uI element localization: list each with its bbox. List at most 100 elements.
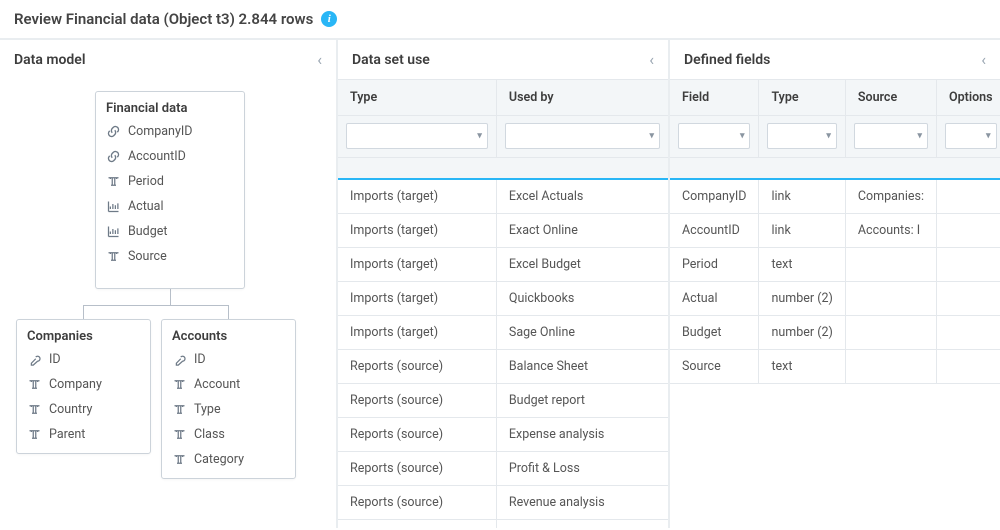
node-accounts[interactable]: Accounts IDAccountTypeClassCategory [161,319,296,479]
cell-field: Budget [670,316,759,350]
node-field[interactable]: Company [17,372,150,397]
panel-title-data-set-use: Data set use [352,52,430,68]
node-field-label: Source [128,249,167,264]
node-financial-data[interactable]: Financial data CompanyID AccountID Period A… [95,91,245,289]
node-field[interactable]: Actual [96,194,244,219]
cell-type: Imports (target) [338,282,496,316]
cell-type: Imports (target) [338,179,496,214]
connector [83,305,229,306]
table-row[interactable]: Reports (source)Budget report [338,384,668,418]
text-icon [172,402,187,417]
table-row[interactable]: Imports (target)Sage Online [338,316,668,350]
node-field[interactable]: ID [17,347,150,372]
filter-options[interactable] [945,123,997,149]
cell-type: number (2) [759,282,845,316]
cell-source [845,248,936,282]
table-row[interactable]: Imports (target)Exact Online [338,214,668,248]
table-row[interactable]: CompanyIDlinkCompanies: [670,179,1000,214]
cell-type: Imports (target) [338,248,496,282]
text-icon [106,174,121,189]
table-row[interactable]: Reports (source)Profit & Loss [338,452,668,486]
cell-used-by: Excel Actuals [496,179,668,214]
cell-used-by: Sage Online [496,316,668,350]
col-field[interactable]: Field [670,80,759,116]
collapse-icon[interactable]: ‹ [317,50,322,69]
cell-used-by: Profit & Loss [496,452,668,486]
cell-type: text [759,350,845,384]
cell-type: link [759,179,845,214]
table-row[interactable]: Reports (source)Revenue analysis [338,486,668,520]
connector [170,289,171,305]
cell-source [845,282,936,316]
node-field[interactable]: ID [162,347,295,372]
node-companies[interactable]: Companies IDCompanyCountryParent [16,319,151,454]
collapse-icon[interactable]: ‹ [981,50,986,69]
cell-source [845,316,936,350]
link-icon [106,124,121,139]
node-field-label: Company [49,377,102,392]
col-options[interactable]: Options [936,80,1000,116]
cell-options [936,282,1000,316]
col-source[interactable]: Source [845,80,936,116]
node-field-label: Budget [128,224,167,239]
col-type[interactable]: Type [759,80,845,116]
table-row[interactable]: Imports (target)Excel Budget [338,248,668,282]
connector [83,305,84,319]
table-row[interactable]: Reports (source)Expense analysis [338,418,668,452]
node-field-label: Period [128,174,164,189]
defined-fields-table: Field Type Source Options ▾ ▾ ▾ ▾ Compan… [670,79,1000,384]
filter-source[interactable] [854,123,928,149]
panel-title-data-model: Data model [14,52,85,68]
table-row[interactable]: Budgetnumber (2) [670,316,1000,350]
node-field[interactable]: Budget [96,219,244,244]
table-row[interactable]: Actualnumber (2) [670,282,1000,316]
node-field-label: ID [194,352,206,367]
col-used-by[interactable]: Used by [496,80,668,116]
cell-used-by: Revenue analysis [496,486,668,520]
table-row[interactable]: Sourcetext [670,350,1000,384]
col-type[interactable]: Type [338,80,496,116]
node-field-label: Parent [49,427,85,442]
table-row[interactable]: Imports (target)Excel Actuals [338,179,668,214]
chart-icon [106,224,121,239]
table-row[interactable]: Imports (target)Quickbooks [338,282,668,316]
filter-type[interactable] [767,123,836,149]
cell-type: Reports (source) [338,452,496,486]
node-field[interactable]: Source [96,244,244,269]
table-row[interactable]: AccountIDlinkAccounts: I [670,214,1000,248]
data-model-canvas: Financial data CompanyIDAccountIDPeriodA… [0,79,336,519]
node-field-label: Type [194,402,221,417]
filter-used-by[interactable] [505,123,660,149]
panel-defined-fields: Defined fields ‹ Field Type Source Optio… [670,40,1000,528]
table-row[interactable]: Reports (source)Balance Sheet [338,350,668,384]
info-icon[interactable]: i [321,11,337,27]
text-icon [27,402,42,417]
table-row[interactable]: Periodtext [670,248,1000,282]
panel-data-model: Data model ‹ Financial data CompanyIDAcc… [0,40,338,528]
text-icon [106,249,121,264]
chart-icon [106,199,121,214]
text-icon [27,427,42,442]
cell-options [936,214,1000,248]
cell-field: Actual [670,282,759,316]
node-field[interactable]: Account [162,372,295,397]
node-field[interactable]: CompanyID [96,119,244,144]
table-row[interactable]: Reports (source)Trial balance [338,520,668,529]
text-icon [172,377,187,392]
panel-title-defined-fields: Defined fields [684,52,770,68]
node-field[interactable]: Class [162,422,295,447]
node-field[interactable]: Type [162,397,295,422]
node-field[interactable]: Category [162,447,295,472]
filter-field[interactable] [678,123,750,149]
cell-type: Imports (target) [338,316,496,350]
filter-type[interactable] [346,123,488,149]
collapse-icon[interactable]: ‹ [649,50,654,69]
cell-type: Reports (source) [338,384,496,418]
node-field[interactable]: Country [17,397,150,422]
cell-used-by: Balance Sheet [496,350,668,384]
node-field[interactable]: Period [96,169,244,194]
node-field-label: AccountID [128,149,186,164]
node-field[interactable]: Parent [17,422,150,447]
node-field[interactable]: AccountID [96,144,244,169]
node-title: Financial data [96,92,244,119]
